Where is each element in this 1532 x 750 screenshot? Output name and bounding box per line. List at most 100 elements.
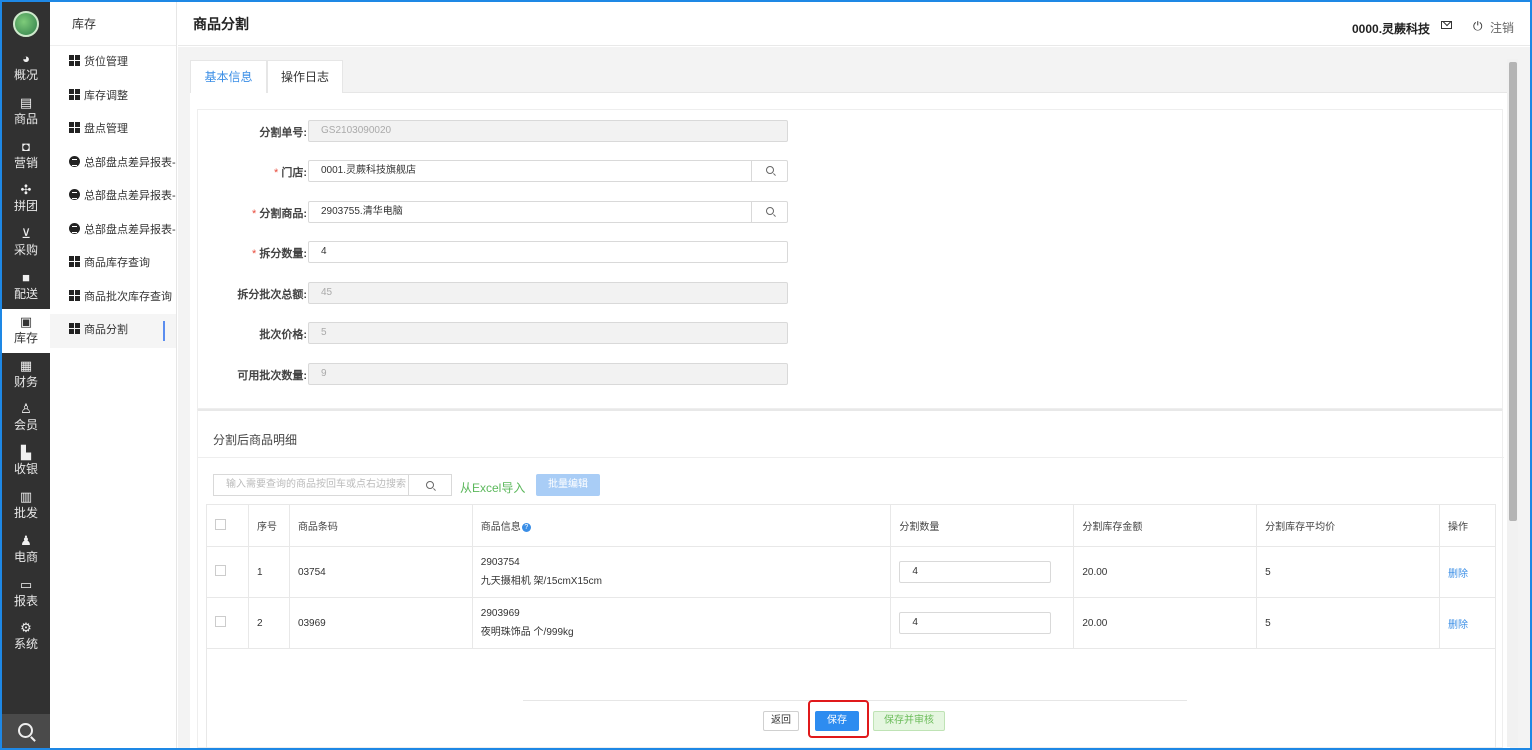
submenu-item[interactable]: 总部盘点差异报表-...	[50, 214, 176, 248]
rail-item-person[interactable]: ♟ 电商	[2, 528, 50, 572]
document-icon: ▤	[19, 94, 33, 110]
app-logo[interactable]	[13, 11, 39, 37]
rail-item-cluster[interactable]: ✣ 拼团	[2, 177, 50, 221]
global-search-button[interactable]	[2, 714, 50, 748]
rail-item-dashboard[interactable]: ◕ 概况	[2, 46, 50, 90]
tab-operation-log[interactable]: 操作日志	[267, 60, 343, 93]
mail-icon[interactable]	[1441, 21, 1452, 29]
available-qty-label: 可用批次数量:	[237, 370, 307, 382]
rail-item-document[interactable]: ▤ 商品	[2, 90, 50, 134]
rail-item-label: 收银	[13, 462, 38, 477]
submenu-item[interactable]: 总部盘点差异报表-...	[50, 147, 176, 181]
batch-total-label: 拆分批次总额:	[237, 289, 307, 301]
split-item-field[interactable]: 2903755.清华电脑	[308, 201, 788, 223]
rail-item-register[interactable]: ▙ 收银	[2, 440, 50, 484]
rail-item-label: 报表	[13, 593, 38, 608]
rail-item-label: 库存	[13, 330, 38, 345]
tab-bar: 基本信息 操作日志	[190, 60, 1510, 93]
split-no-label: 分割单号:	[259, 127, 307, 139]
row-delete-link[interactable]: 删除	[1448, 620, 1468, 631]
submenu-item[interactable]: 商品分割	[50, 314, 176, 348]
power-icon[interactable]: ⏻	[1473, 19, 1483, 34]
gear-icon: ⚙	[20, 620, 32, 636]
submenu-item[interactable]: 总部盘点差异报表-...	[50, 180, 176, 214]
split-no-field: GS2103090020	[308, 120, 788, 142]
rail-item-label: 商品	[13, 111, 38, 126]
bag-icon: ◘	[22, 138, 30, 154]
split-item-label: * 分割商品:	[252, 208, 307, 220]
rail-item-clipboard[interactable]: ▥ 批发	[2, 484, 50, 528]
table-row: 2 03969 2903969 夜明珠饰品 个/999kg 4 20.00 5 删…	[206, 597, 1497, 649]
person-icon: ♟	[20, 532, 32, 548]
save-and-audit-button[interactable]: 保存并审核	[873, 711, 945, 731]
clipboard-icon: ▥	[19, 489, 33, 504]
submenu-item[interactable]: 货位管理	[50, 46, 176, 80]
rail-item-bag[interactable]: ◘ 营销	[2, 134, 50, 178]
search-icon	[18, 723, 33, 738]
company-name[interactable]: 0000.灵蕨科技	[1352, 20, 1430, 37]
database-icon	[69, 155, 80, 167]
submenu-title: 库存	[50, 2, 176, 46]
submenu-item[interactable]: 商品批次库存查询	[50, 281, 176, 315]
scrollbar-thumb[interactable]	[1509, 62, 1517, 521]
help-icon[interactable]: ?	[521, 523, 531, 532]
row-checkbox[interactable]	[215, 565, 226, 576]
tab-basic-info[interactable]: 基本信息	[190, 60, 267, 93]
row-qty-input[interactable]: 4	[899, 612, 1052, 634]
row-seq: 2	[247, 597, 290, 649]
rail-item-label: 配送	[13, 287, 38, 301]
rail-item-cart[interactable]: ⊻ 采购	[2, 221, 50, 265]
detail-title: 分割后商品明细	[213, 433, 298, 447]
dashboard-icon: ◕	[22, 51, 30, 66]
submenu-item-label: 总部盘点差异报表-...	[84, 223, 176, 236]
batch-edit-button[interactable]: 批量编辑	[536, 474, 600, 496]
rail-item-user[interactable]: ♙ 会员	[2, 396, 50, 440]
rail-item-money[interactable]: ▦ 财务	[2, 353, 50, 397]
rail-item-label: 采购	[13, 243, 38, 258]
row-amount: 20.00	[1073, 546, 1258, 598]
split-item-search-button[interactable]	[751, 202, 787, 222]
logout-link[interactable]: 注销	[1490, 19, 1514, 36]
submenu-item-label: 商品批次库存查询	[84, 290, 172, 303]
main-nav-rail: ◕ 概况 ▤ 商品 ◘ 营销 ✣ 拼团 ⊻ 采购 ■ 配送 ▣ 库存 ▦ 财务 ♙ 会员 ▙ 收银 ▥ 批发 ♟ 电商 ▭ 报表 ⚙…	[2, 2, 50, 748]
rail-item-monitor[interactable]: ▭ 报表	[2, 572, 50, 616]
table-row: 1 03754 2903754 九天摄相机 架/15cmX15cm 4 20.00…	[206, 546, 1497, 598]
item-search-button[interactable]	[408, 474, 452, 496]
save-highlight-box	[808, 700, 869, 738]
row-barcode: 03754	[288, 546, 473, 598]
rail-item-label: 概况	[13, 68, 38, 82]
item-search-input[interactable]: 输入需要查询的商品按回车或点右边搜索	[213, 474, 409, 496]
excel-import-link[interactable]: 从Excel导入	[460, 479, 525, 496]
basic-info-form: 分割单号: GS2103090020 * 门店: 0001.灵蕨科技旗舰店 * 分割…	[197, 109, 1503, 409]
store-search-button[interactable]	[751, 161, 787, 181]
row-avg-price: 5	[1256, 546, 1440, 598]
store-field[interactable]: 0001.灵蕨科技旗舰店	[308, 160, 788, 182]
batch-price-label: 批次价格:	[259, 329, 307, 341]
rail-item-box[interactable]: ▣ 库存	[2, 308, 50, 353]
row-delete-link[interactable]: 删除	[1448, 569, 1468, 580]
row-qty-input[interactable]: 4	[899, 561, 1052, 583]
grid-icon	[69, 289, 80, 301]
submenu-item[interactable]: 盘点管理	[50, 113, 176, 147]
batch-price-field: 5	[308, 322, 788, 344]
back-button[interactable]: 返回	[763, 711, 799, 731]
submenu-item-label: 商品库存查询	[84, 257, 150, 269]
grid-icon	[69, 88, 80, 100]
rail-item-truck[interactable]: ■ 配送	[2, 265, 50, 309]
grid-icon	[69, 55, 80, 66]
user-icon: ♙	[20, 401, 32, 417]
rail-item-gear[interactable]: ⚙ 系统	[2, 615, 50, 659]
monitor-icon: ▭	[19, 576, 33, 592]
page-header: 商品分割 0000.灵蕨科技 ⏻ 注销	[178, 2, 1530, 46]
database-icon	[69, 222, 80, 234]
row-checkbox[interactable]	[215, 616, 226, 627]
search-icon	[766, 207, 774, 215]
cluster-icon: ✣	[20, 182, 32, 198]
submenu-item-label: 货位管理	[84, 56, 128, 68]
grid-icon	[69, 256, 80, 267]
submenu-item[interactable]: 库存调整	[50, 80, 176, 114]
split-qty-field[interactable]: 4	[308, 241, 788, 263]
select-all-checkbox[interactable]	[215, 518, 226, 530]
cart-icon: ⊻	[21, 226, 31, 242]
submenu-item[interactable]: 商品库存查询	[50, 247, 176, 281]
